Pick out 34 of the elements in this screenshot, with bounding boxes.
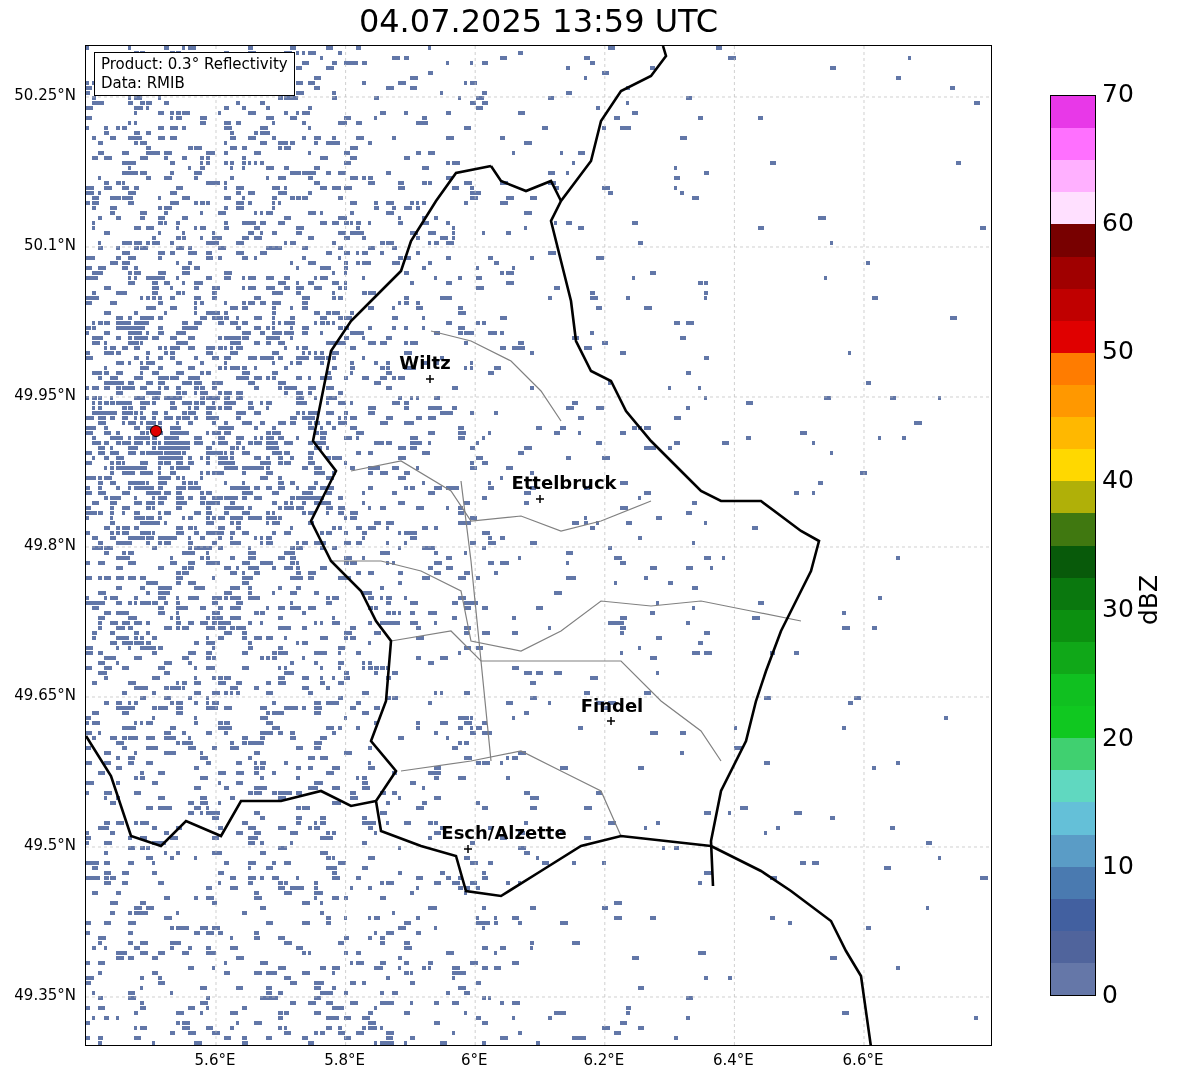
latitude-label: 49.35°N [14,986,76,1004]
city-marker-icon [606,716,616,726]
longitude-label: 5.6°E [194,1051,236,1069]
latitude-label: 49.95°N [14,386,76,404]
colorbar-tick-label: 50 [1102,336,1134,366]
city-label: Ettelbruck [511,472,617,493]
colorbar-tick-label: 60 [1102,207,1134,237]
colorbar-tick-label: 0 [1102,980,1118,1009]
info-text: Data: RMIB [101,74,186,93]
longitude-label: 6.4°E [712,1051,754,1069]
latitude-label: 50.25°N [14,86,76,104]
city-marker-icon [425,374,435,384]
city-marker-icon [535,494,545,504]
city-marker-icon [463,844,473,854]
longitude-label: 6.2°E [583,1051,625,1069]
colorbar-tick-label: 10 [1102,851,1134,881]
colorbar-label: dBZ [1134,574,1163,625]
colorbar-tick-label: 40 [1102,465,1134,495]
chart-title: 04.07.2025 13:59 UTC [357,1,720,42]
colorbar-tick-label: 20 [1102,722,1134,752]
city-label: Esch/Alzette [441,822,567,843]
colorbar-tick-label: 70 [1102,79,1134,108]
radar-site-icon [150,425,162,437]
latitude-label: 49.8°N [23,536,76,554]
longitude-label: 6°E [460,1051,488,1069]
info-text: Product: 0.3° Reflectivity [101,55,288,74]
colorbar-tick-label: 30 [1102,593,1134,623]
latitude-label: 50.1°N [23,236,76,254]
city-label: Wiltz [399,352,451,373]
city-label: Findel [580,695,644,716]
latitude-label: 49.5°N [23,836,76,854]
latitude-label: 49.65°N [14,686,76,704]
longitude-label: 5.8°E [324,1051,365,1069]
longitude-label: 6.6°E [842,1051,884,1069]
